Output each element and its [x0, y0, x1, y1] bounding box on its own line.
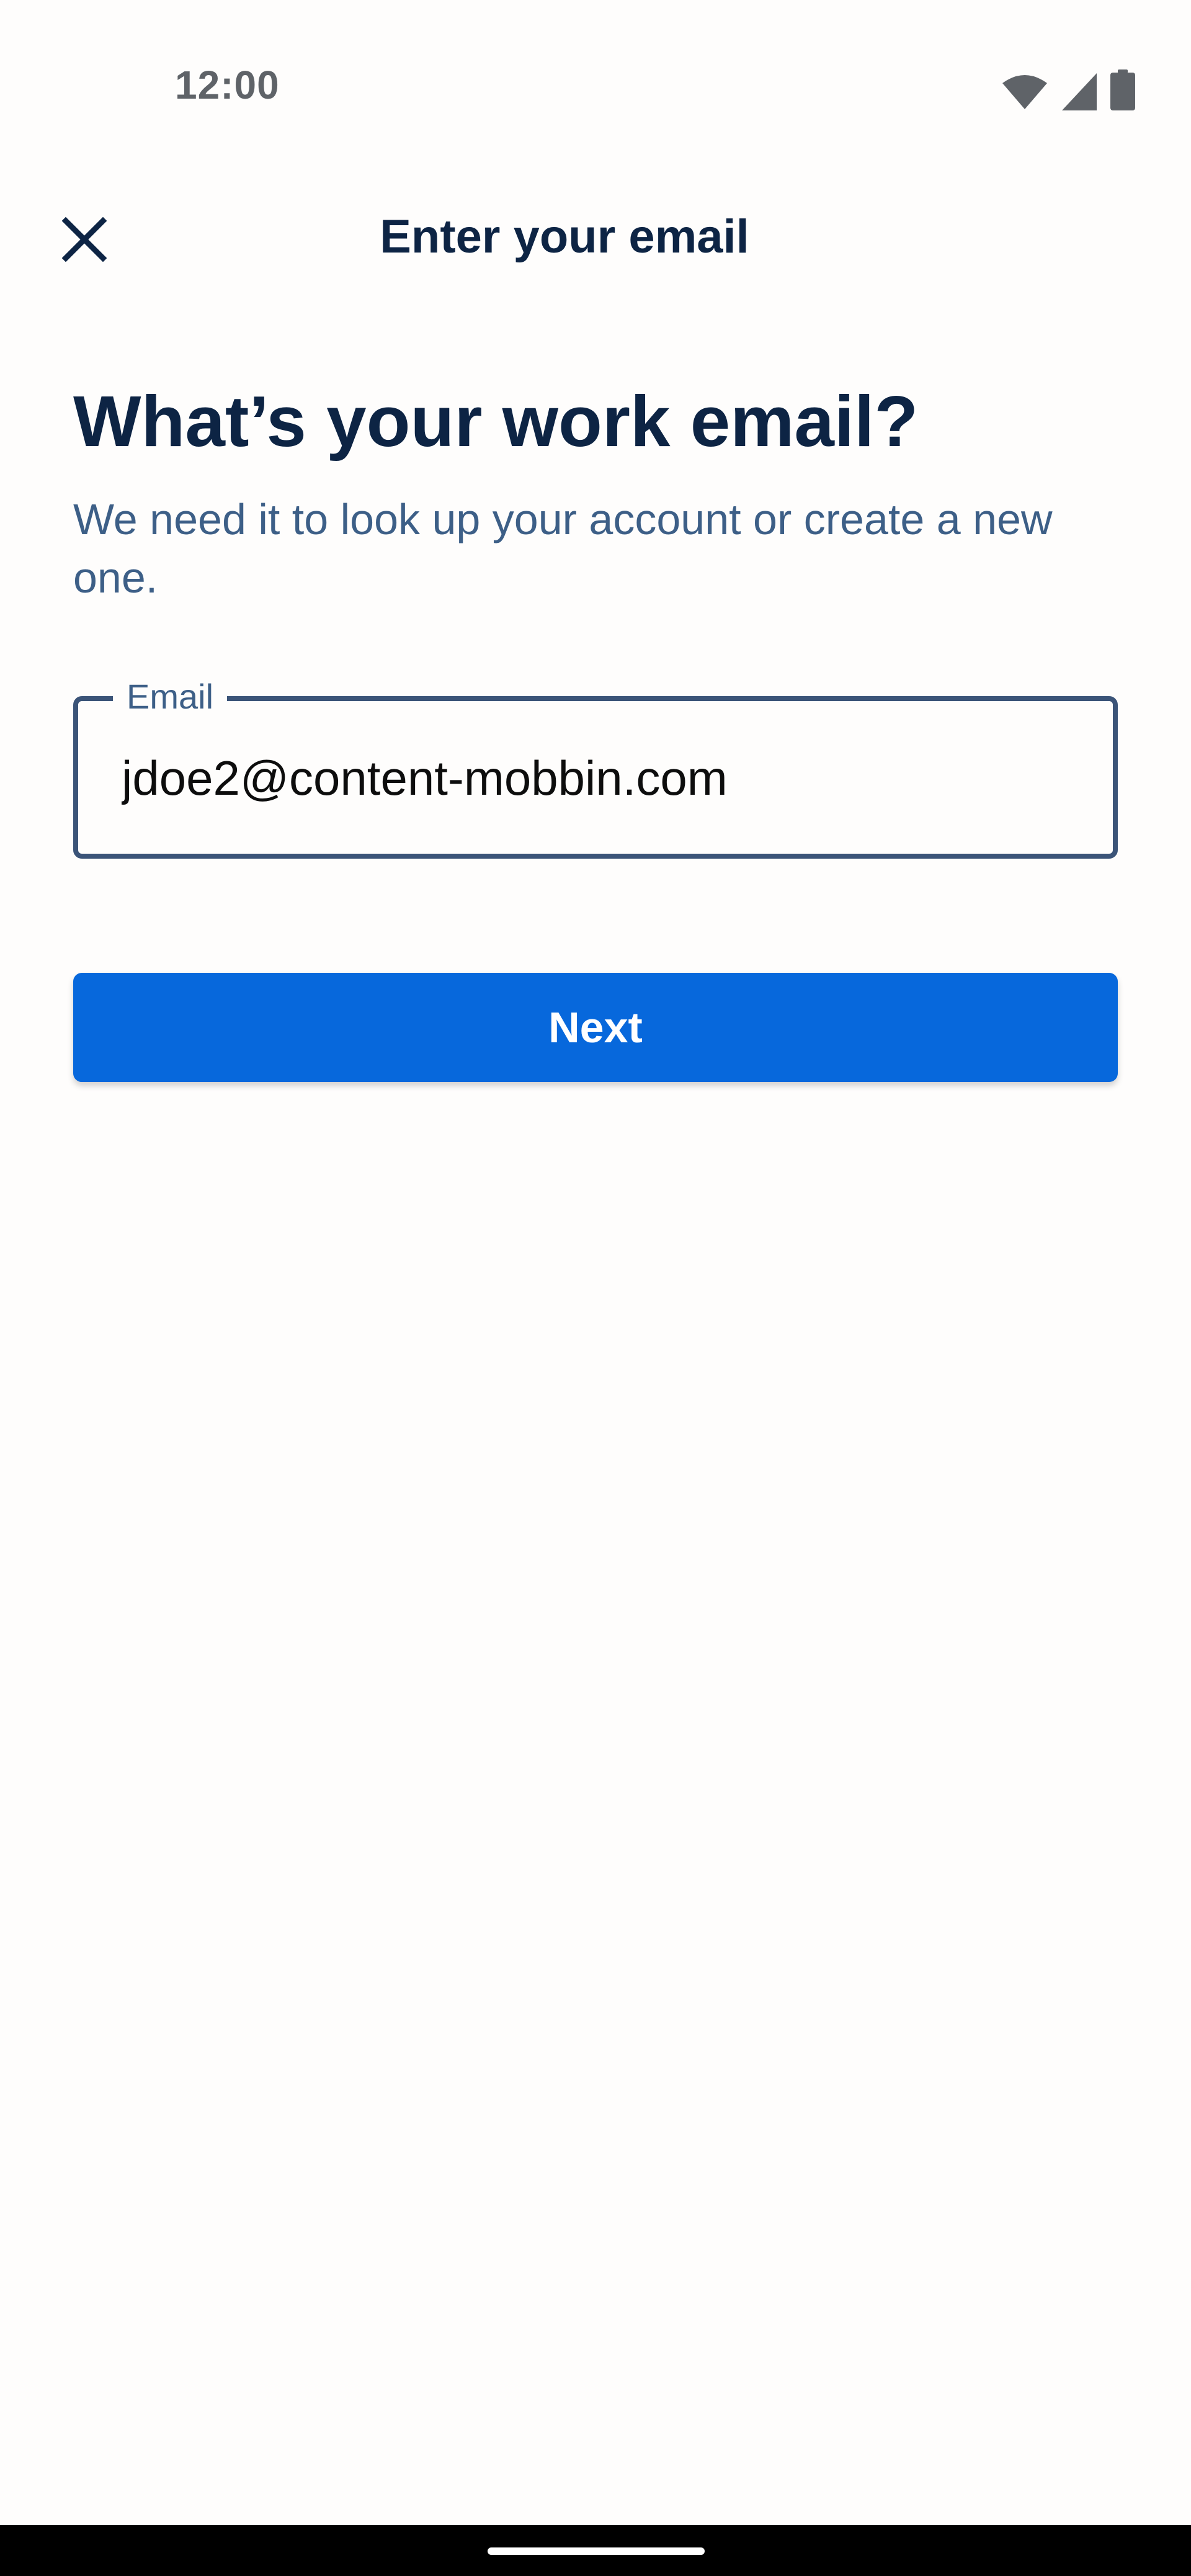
navigation-bar: [0, 2525, 1191, 2576]
battery-icon: [1110, 69, 1135, 110]
status-time: 12:00: [175, 63, 280, 107]
email-field-label: Email: [113, 669, 228, 725]
home-gesture-handle[interactable]: [488, 2547, 705, 2555]
next-button[interactable]: Next: [73, 973, 1118, 1082]
cellular-signal-icon: [1062, 73, 1097, 110]
wifi-icon: [1001, 73, 1048, 110]
email-field[interactable]: Email: [73, 669, 1118, 859]
status-bar: 12:00: [0, 0, 1191, 174]
subheading: We need it to look up your account or cr…: [73, 495, 1053, 602]
email-input[interactable]: [122, 735, 1077, 821]
status-icons: [1001, 69, 1135, 110]
top-app-bar: Enter your email: [0, 186, 1191, 285]
page-title: Enter your email: [380, 210, 749, 263]
heading: What’s your work email?: [73, 381, 919, 462]
